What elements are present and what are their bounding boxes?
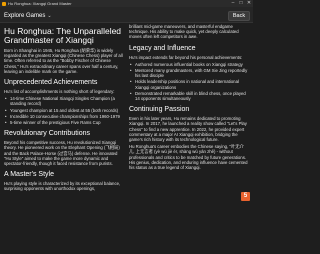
maximize-button[interactable]: □ [237, 0, 245, 7]
list-item: Incredible 10 consecutive championships … [4, 114, 123, 119]
window-title: Hu Ronghua: Xiangqi Grand Master [8, 1, 72, 6]
app-icon [2, 1, 6, 6]
explore-games-label: Explore Games [4, 12, 46, 19]
minimize-button[interactable]: – [229, 0, 237, 7]
passion-paragraph: Even in his later years, Hu remains dedi… [129, 116, 247, 143]
left-column: Hu Ronghua: The Unparalleled Grandmaster… [0, 24, 126, 254]
chevron-down-icon: ⌄ [47, 12, 52, 19]
article-content: Hu Ronghua: The Unparalleled Grandmaster… [0, 24, 253, 254]
closing-paragraph: Hu Ronghua's career embodies the Chinese… [129, 144, 248, 171]
list-item: 5-time winner of the prestigious Five Ra… [4, 120, 123, 125]
html5-icon: 5 [243, 193, 248, 199]
legacy-list: Authored numerous influential books on X… [129, 62, 249, 101]
legacy-heading: Legacy and Influence [129, 44, 196, 52]
style-heading: A Master's Style [4, 171, 54, 179]
page-title: Hu Ronghua: The Unparalleled Grandmaster… [4, 26, 122, 45]
achievements-heading: Unprecedented Achievements [4, 79, 98, 87]
revolution-heading: Revolutionary Contributions [4, 130, 90, 138]
list-item: Holds leadership positions in national a… [129, 79, 249, 89]
explore-games-dropdown[interactable]: Explore Games ⌄ [4, 11, 52, 20]
list-item: 14-time Chinese National Xiangqi Singles… [4, 96, 123, 106]
achievements-intro: Hu's list of accomplishments is nothing … [4, 89, 115, 95]
window-controls: – □ ✕ [229, 0, 253, 7]
list-item: Demonstrated remarkable skill in blind c… [129, 91, 249, 101]
style-paragraph: Hu's playing style is characterized by i… [4, 181, 121, 192]
passion-heading: Continuing Passion [129, 106, 190, 114]
navigation-bar: Explore Games ⌄ Back [0, 7, 253, 23]
revolution-paragraph: Beyond his competitive success, Hu revol… [4, 140, 120, 167]
back-button[interactable]: Back [228, 11, 250, 21]
right-column: brilliant mid-game maneuvers, and master… [126, 24, 252, 254]
list-item: Authored numerous influential books on X… [129, 62, 249, 67]
html5-badge-button[interactable]: 5 [241, 192, 250, 201]
style-continued-paragraph: brilliant mid-game maneuvers, and master… [129, 24, 239, 40]
close-button[interactable]: ✕ [245, 0, 253, 7]
achievements-list: 14-time Chinese National Xiangqi Singles… [4, 96, 123, 125]
window-titlebar: Hu Ronghua: Xiangqi Grand Master – □ ✕ [0, 0, 253, 7]
list-item: Mentored many grandmasters, with GM Xie … [129, 68, 249, 78]
intro-paragraph: Born in Shanghai in 1945, Hu Ronghua (胡荣… [4, 48, 123, 74]
list-item: Youngest champion at 15 and oldest at 55… [4, 108, 123, 113]
legacy-intro: Hu's impact extends far beyond his perso… [129, 54, 243, 60]
